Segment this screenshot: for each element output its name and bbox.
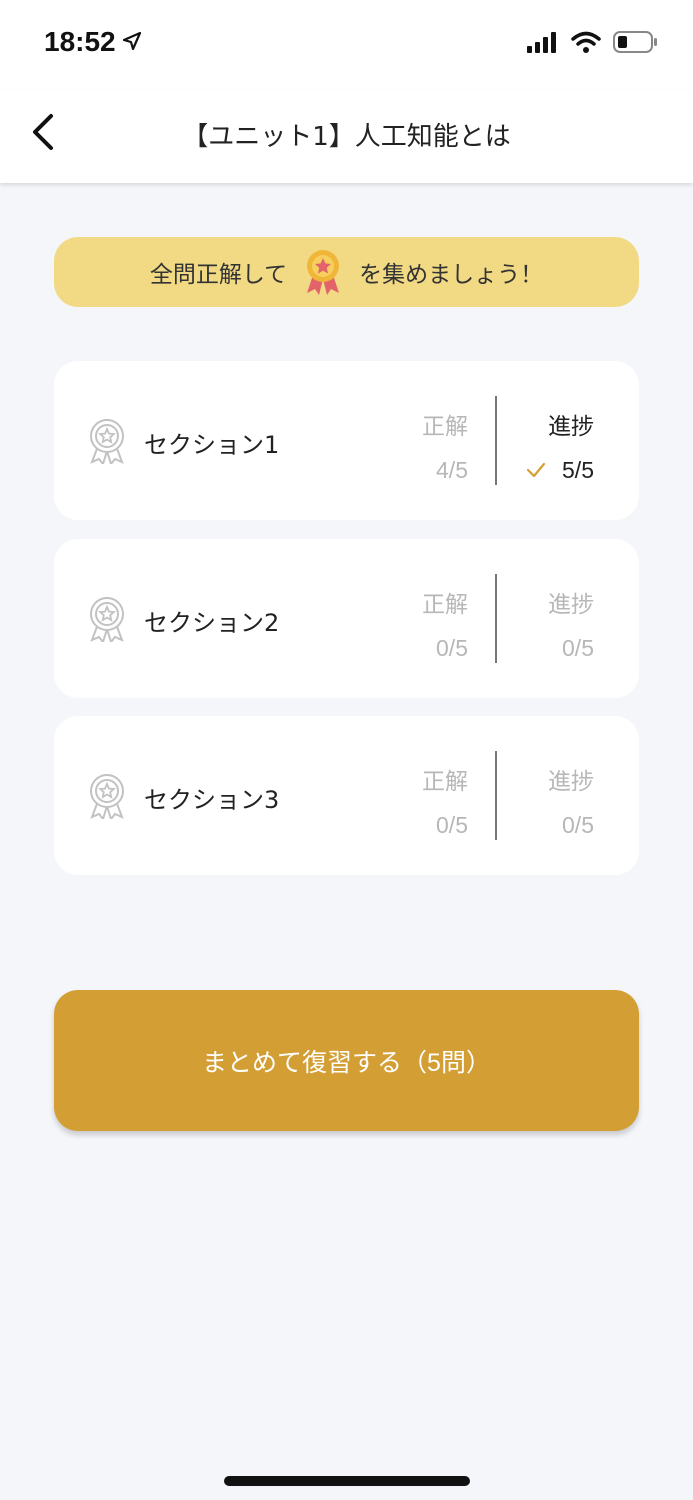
progress-column: 進捗 5/5 (474, 407, 594, 484)
battery-low-icon (613, 30, 659, 58)
section-card-3[interactable]: セクション3 正解 0/5 進捗 0/5 (54, 716, 639, 875)
location-arrow-icon (122, 26, 142, 58)
progress-label: 進捗 (548, 414, 594, 440)
progress-value: 0/5 (562, 812, 594, 838)
ribbon-award-icon (88, 773, 126, 822)
correct-column: 正解 4/5 (348, 407, 468, 484)
review-all-button[interactable]: まとめて復習する（5問） (54, 990, 639, 1131)
correct-label: 正解 (422, 769, 468, 795)
medal-banner: 全問正解して を集めましょう！ (54, 237, 639, 307)
progress-value-row: 5/5 (474, 457, 594, 484)
status-time-text: 18:52 (44, 26, 116, 57)
check-icon (526, 458, 552, 483)
progress-column: 進捗 0/5 (474, 762, 594, 839)
correct-label: 正解 (422, 414, 468, 440)
correct-column: 正解 0/5 (348, 585, 468, 662)
correct-value: 0/5 (436, 635, 468, 661)
section-name: セクション2 (144, 609, 280, 637)
section-name: セクション3 (144, 786, 280, 814)
ribbon-award-icon (88, 418, 126, 467)
progress-value: 5/5 (562, 457, 594, 483)
correct-column: 正解 0/5 (348, 762, 468, 839)
gold-medal-icon (303, 249, 343, 295)
banner-text-before: 全問正解して (149, 262, 288, 288)
status-bar: 18:52 (0, 0, 693, 90)
progress-column: 進捗 0/5 (474, 585, 594, 662)
correct-value: 0/5 (436, 812, 468, 838)
correct-value: 4/5 (436, 457, 468, 483)
correct-label: 正解 (422, 592, 468, 618)
wifi-icon (571, 31, 601, 57)
progress-label: 進捗 (548, 769, 594, 795)
status-icons (527, 30, 659, 58)
section-card-2[interactable]: セクション2 正解 0/5 進捗 0/5 (54, 539, 639, 698)
banner-text-after: を集めましょう！ (359, 262, 544, 288)
progress-value: 0/5 (562, 635, 594, 661)
section-card-1[interactable]: セクション1 正解 4/5 進捗 5/5 (54, 361, 639, 520)
ribbon-award-icon (88, 596, 126, 645)
cellular-signal-icon (527, 31, 559, 57)
section-name: セクション1 (144, 431, 280, 459)
progress-label: 進捗 (548, 592, 594, 618)
nav-bar: 【ユニット1】人工知能とは (0, 90, 693, 183)
page-title: 【ユニット1】人工知能とは (182, 122, 511, 152)
status-time: 18:52 (44, 26, 142, 58)
home-indicator (224, 1476, 470, 1486)
